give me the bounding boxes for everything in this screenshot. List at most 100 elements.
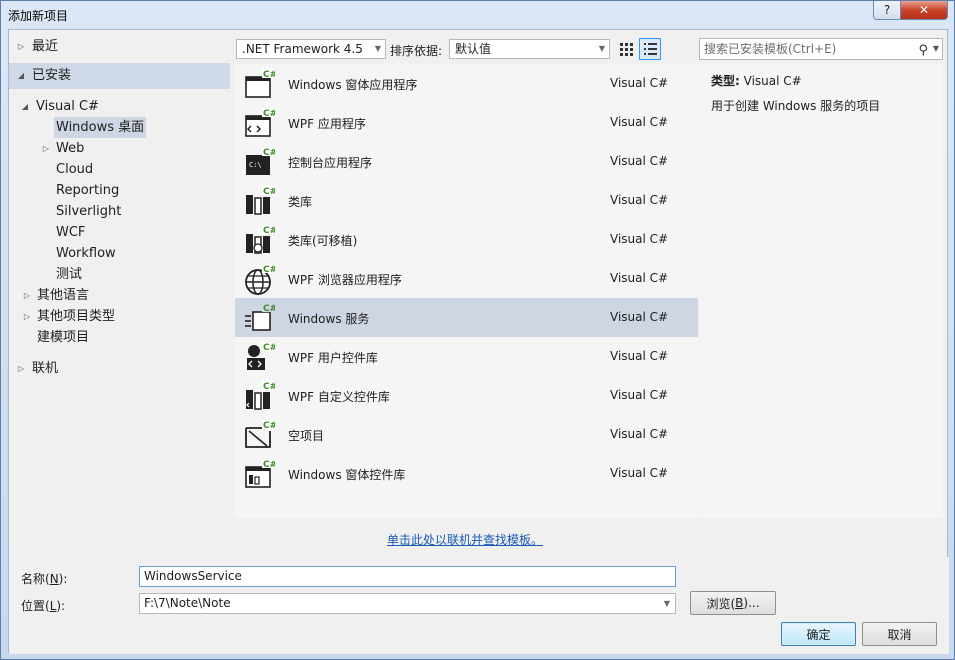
close-button[interactable]: ✕ [900, 1, 948, 20]
tree-item-recent[interactable]: ▷ 最近 [9, 36, 230, 57]
tree-item-modeling-projects[interactable]: 建模项目 [9, 327, 230, 348]
template-item[interactable]: C# WPF 浏览器应用程序 Visual C# [235, 259, 698, 298]
expand-arrow-icon[interactable]: ▷ [15, 36, 27, 57]
tree-item-other-languages[interactable]: ▷ 其他语言 [9, 285, 230, 306]
wpf-app-icon: C# [245, 108, 275, 137]
tree-item-label: Visual C# [36, 99, 99, 114]
expand-arrow-icon[interactable]: ▷ [21, 285, 33, 306]
tree-item-label: Windows 桌面 [54, 117, 147, 138]
tree-item-label: 最近 [32, 39, 59, 54]
svg-text:C#: C# [263, 265, 275, 275]
location-label: 位置(L): [21, 599, 66, 613]
medium-icons-view-button[interactable] [615, 38, 637, 60]
find-templates-online-link[interactable]: 单击此处以联机并查找模板。 [387, 531, 543, 548]
portable-class-library-icon: C# [246, 225, 275, 254]
browse-button[interactable]: 浏览(B)... [690, 591, 776, 615]
template-language: Visual C# [610, 310, 669, 324]
template-item[interactable]: C# Windows 窗体应用程序 Visual C# [235, 64, 698, 103]
template-name: WPF 用户控件库 [288, 351, 378, 365]
expand-arrow-icon[interactable]: ▷ [21, 306, 33, 327]
tree-item-cloud[interactable]: Cloud [9, 159, 230, 180]
svg-text:C#: C# [263, 109, 275, 119]
search-icon[interactable]: ⚲ [918, 41, 928, 61]
chevron-down-icon: ▼ [374, 44, 381, 53]
svg-text:C#: C# [263, 148, 275, 158]
template-name: Windows 服务 [288, 312, 370, 326]
template-item[interactable]: C# WPF 应用程序 Visual C# [235, 103, 698, 142]
tree-item-visual-csharp[interactable]: ◢ Visual C# [9, 96, 230, 117]
title-bar[interactable]: 添加新项目 ? ✕ [1, 1, 954, 29]
template-name: Windows 窗体应用程序 [288, 78, 418, 92]
help-icon: ? [883, 3, 891, 17]
ok-button[interactable]: 确定 [781, 622, 856, 646]
collapse-arrow-icon[interactable]: ◢ [15, 63, 27, 89]
location-select[interactable]: F:\7\Note\Note ▼ [139, 593, 676, 614]
svg-text:C:\: C:\ [249, 161, 262, 169]
tree-item-web[interactable]: ▷ Web [9, 138, 230, 159]
chevron-down-icon: ▼ [598, 44, 605, 53]
type-label: 类型: [711, 74, 740, 88]
tree-item-installed[interactable]: ◢ 已安装 [9, 63, 230, 89]
tree-item-label: Reporting [56, 183, 120, 198]
template-item[interactable]: C# Windows 窗体控件库 Visual C# [235, 454, 698, 493]
collapse-arrow-icon[interactable]: ◢ [19, 96, 31, 117]
name-value: WindowsService [144, 569, 242, 583]
tree-item-reporting[interactable]: Reporting [9, 180, 230, 201]
tree-item-silverlight[interactable]: Silverlight [9, 201, 230, 222]
template-name: WPF 浏览器应用程序 [288, 273, 402, 287]
tree-item-wcf[interactable]: WCF [9, 222, 230, 243]
template-list: C# Windows 窗体应用程序 Visual C# C# WPF 应用程序 … [235, 64, 698, 518]
svg-text:C#: C# [263, 460, 275, 470]
close-icon: ✕ [918, 3, 930, 17]
template-description-pane [699, 64, 943, 518]
tree-item-label: 已安装 [32, 68, 72, 83]
tree-item-label: Cloud [56, 162, 94, 177]
expand-arrow-icon[interactable]: ▷ [40, 138, 52, 159]
template-type: 类型: Visual C# [711, 72, 802, 89]
chevron-down-icon[interactable]: ▼ [933, 39, 939, 59]
sort-select[interactable]: 默认值 ▼ [449, 39, 610, 59]
template-name: Windows 窗体控件库 [288, 468, 406, 482]
tree-item-label: 建模项目 [37, 330, 90, 345]
template-language: Visual C# [610, 388, 669, 402]
small-icons-view-button[interactable] [639, 38, 661, 60]
chevron-down-icon: ▼ [663, 599, 670, 608]
cancel-button[interactable]: 取消 [862, 622, 937, 646]
svg-text:C#: C# [263, 70, 275, 80]
sort-value: 默认值 [455, 42, 492, 56]
template-item[interactable]: C# WPF 自定义控件库 Visual C# [235, 376, 698, 415]
name-input[interactable]: WindowsService [139, 566, 676, 587]
template-item[interactable]: C# 类库(可移植) Visual C# [235, 220, 698, 259]
template-item[interactable]: C# WPF 用户控件库 Visual C# [235, 337, 698, 376]
template-language: Visual C# [610, 466, 669, 480]
template-item-selected[interactable]: C# Windows 服务 Visual C# [235, 298, 698, 337]
search-placeholder: 搜索已安装模板(Ctrl+E) [704, 42, 837, 56]
template-language: Visual C# [610, 427, 669, 441]
name-label: 名称(N): [21, 572, 68, 586]
tree-item-workflow[interactable]: Workflow [9, 243, 230, 264]
framework-value: .NET Framework 4.5 [242, 42, 363, 56]
help-button[interactable]: ? [873, 1, 901, 20]
template-language: Visual C# [610, 154, 669, 168]
search-installed-templates-input[interactable]: 搜索已安装模板(Ctrl+E) ⚲ ▼ [699, 38, 943, 60]
tree-item-other-project-types[interactable]: ▷ 其他项目类型 [9, 306, 230, 327]
framework-select[interactable]: .NET Framework 4.5 ▼ [236, 39, 386, 59]
tree-item-test[interactable]: 测试 [9, 264, 230, 285]
expand-arrow-icon[interactable]: ▷ [15, 358, 27, 379]
globe-icon: C# [245, 264, 275, 295]
tree-item-label: Web [56, 141, 85, 156]
template-item[interactable]: C# 空项目 Visual C# [235, 415, 698, 454]
template-name: WPF 自定义控件库 [288, 390, 390, 404]
tree-item-label: Workflow [56, 246, 116, 261]
template-name: WPF 应用程序 [288, 117, 366, 131]
empty-project-icon: C# [245, 420, 275, 448]
sort-label: 排序依据: [390, 44, 443, 58]
template-item[interactable]: C:\ C# 控制台应用程序 Visual C# [235, 142, 698, 181]
template-item[interactable]: C# 类库 Visual C# [235, 181, 698, 220]
svg-text:C#: C# [263, 304, 275, 314]
windows-forms-control-library-icon: C# [245, 459, 275, 488]
dialog-content: ▷ 最近 ◢ 已安装 ◢ Visual C# Windows 桌面 ▷ Web … [8, 29, 949, 654]
svg-text:C#: C# [263, 187, 275, 197]
tree-item-online[interactable]: ▷ 联机 [9, 358, 230, 379]
tree-item-windows-desktop[interactable]: Windows 桌面 [9, 117, 230, 138]
